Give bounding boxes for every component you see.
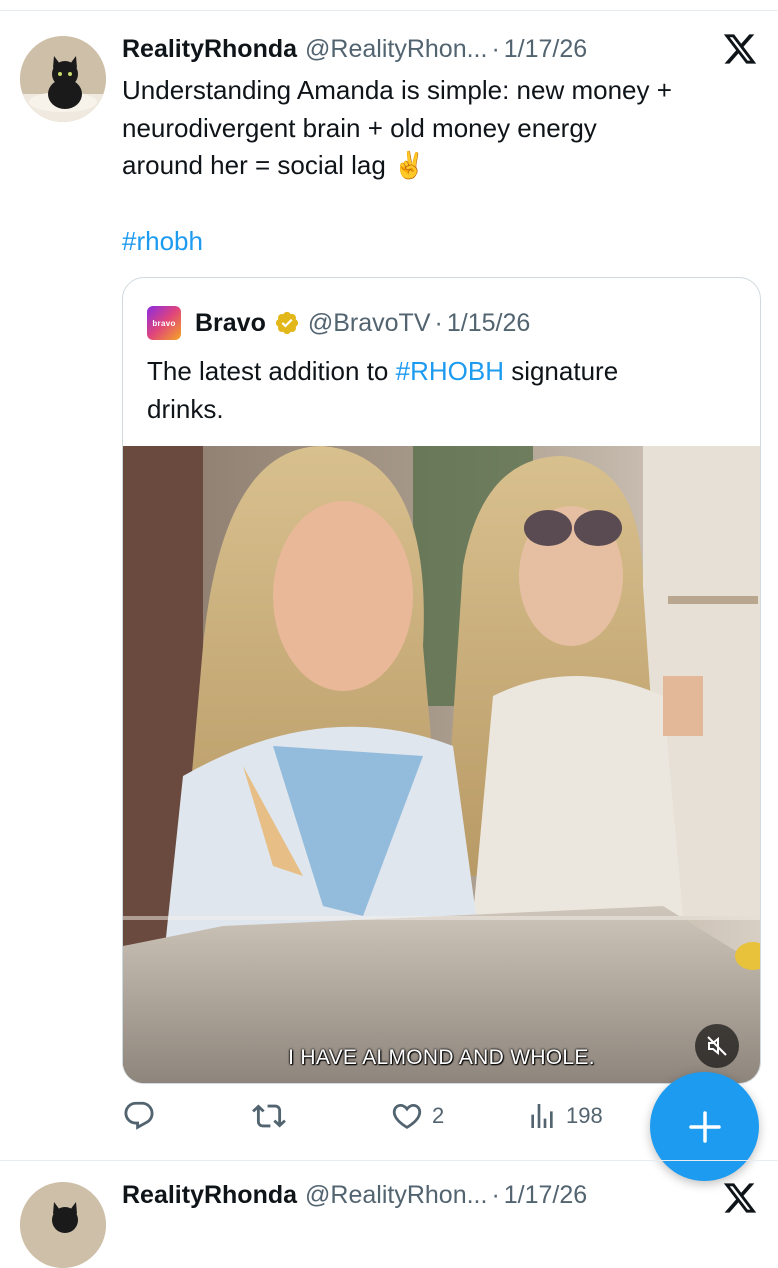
compose-button[interactable] xyxy=(650,1072,759,1181)
quoted-text-after: signature xyxy=(503,356,619,386)
quoted-author-display-name[interactable]: Bravo xyxy=(195,309,266,338)
views-button[interactable]: 198 xyxy=(526,1096,603,1136)
quoted-author-avatar[interactable]: bravo xyxy=(147,306,181,340)
author-handle[interactable]: @RealityRhon... xyxy=(305,35,487,64)
bravo-logo-text: bravo xyxy=(152,318,176,328)
quoted-text-before: The latest addition to xyxy=(147,356,396,386)
quoted-tweet-text: The latest addition to #RHOBH signature … xyxy=(147,352,737,428)
verified-badge-icon xyxy=(275,311,298,335)
tweet-divider xyxy=(0,1160,778,1161)
next-tweet-date[interactable]: 1/17/26 xyxy=(504,1181,587,1210)
reply-button[interactable] xyxy=(122,1096,164,1136)
like-count: 2 xyxy=(432,1103,445,1128)
separator-dot: · xyxy=(491,34,500,63)
heart-icon xyxy=(392,1103,422,1129)
tweet-hashtag-row: #rhobh xyxy=(122,223,203,260)
quoted-hashtag-link[interactable]: #RHOBH xyxy=(396,356,504,386)
author-avatar[interactable] xyxy=(20,36,106,122)
quoted-tweet-date[interactable]: 1/15/26 xyxy=(447,309,530,338)
tweet-text: Understanding Amanda is simple: new mone… xyxy=(122,72,762,185)
x-logo-icon xyxy=(723,34,757,64)
views-count: 198 xyxy=(566,1103,603,1128)
next-author-handle[interactable]: @RealityRhon... xyxy=(305,1181,487,1210)
video-player[interactable]: I HAVE ALMOND AND WHOLE. xyxy=(123,446,760,1083)
tweet-date[interactable]: 1/17/26 xyxy=(504,35,587,64)
retweet-icon xyxy=(252,1104,286,1128)
quoted-separator-dot: · xyxy=(434,308,443,337)
quoted-tweet-card[interactable]: bravo Bravo @BravoTV · 1/15/26 The lates… xyxy=(122,277,761,1084)
quoted-tweet-header: bravo Bravo @BravoTV · 1/15/26 xyxy=(147,306,530,340)
quoted-author-handle[interactable]: @BravoTV xyxy=(308,309,431,338)
tweet-text-line-3: around her = social lag ✌️ xyxy=(122,150,426,180)
tweet-text-line-1: Understanding Amanda is simple: new mone… xyxy=(122,75,672,105)
views-icon xyxy=(531,1104,553,1128)
video-frame xyxy=(123,446,760,1083)
mute-button[interactable] xyxy=(695,1024,739,1068)
tweet-header: RealityRhonda @RealityRhon... · 1/17/26 xyxy=(122,32,587,66)
next-separator-dot: · xyxy=(491,1180,500,1209)
top-divider xyxy=(0,10,778,11)
plus-icon xyxy=(688,1110,721,1143)
author-display-name[interactable]: RealityRhonda xyxy=(122,35,297,64)
mute-icon xyxy=(707,1036,727,1056)
like-button[interactable]: 2 xyxy=(390,1096,444,1136)
hashtag-link[interactable]: #rhobh xyxy=(122,226,203,256)
retweet-button[interactable] xyxy=(252,1096,294,1136)
next-author-avatar[interactable] xyxy=(20,1182,106,1268)
x-logo-icon xyxy=(723,1183,757,1213)
quoted-text-line-2: drinks. xyxy=(147,394,224,424)
video-caption: I HAVE ALMOND AND WHOLE. xyxy=(288,1046,595,1069)
tweet-text-line-2: neurodivergent brain + old money energy xyxy=(122,112,597,143)
reply-icon xyxy=(124,1101,154,1130)
next-tweet-header: RealityRhonda @RealityRhon... · 1/17/26 xyxy=(122,1178,587,1212)
next-author-display-name[interactable]: RealityRhonda xyxy=(122,1181,297,1210)
